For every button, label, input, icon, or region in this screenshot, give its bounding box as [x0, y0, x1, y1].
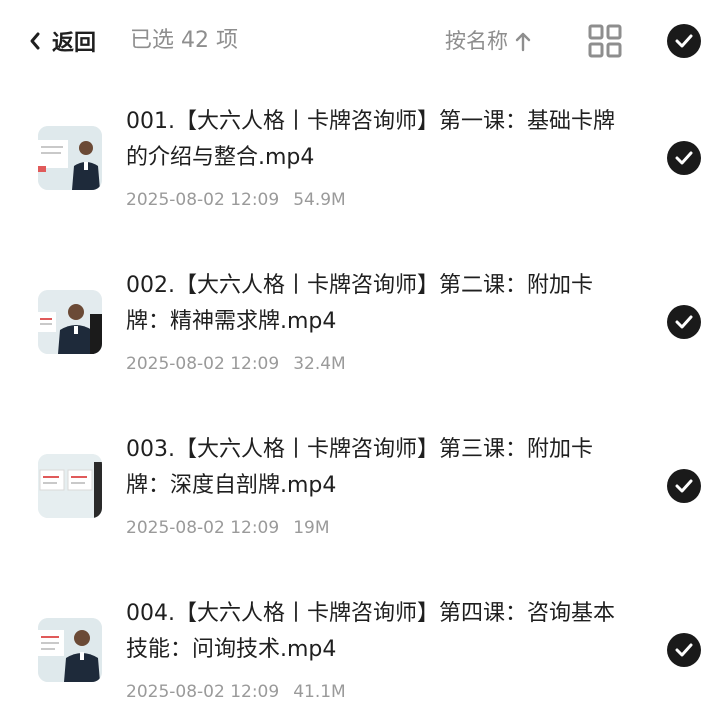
- row-checkbox[interactable]: [667, 141, 701, 175]
- file-date: 2025-08-02 12:09: [126, 190, 280, 210]
- grid-view-button[interactable]: [588, 24, 622, 62]
- file-date: 2025-08-02 12:09: [126, 518, 280, 538]
- sort-label: 按名称: [445, 29, 508, 53]
- check-circle-icon: [675, 479, 693, 493]
- file-name: 003.【大六人格丨卡牌咨询师】第三课：附加卡牌：深度自剖牌.mp4: [126, 437, 593, 498]
- chevron-left-icon: [30, 32, 40, 50]
- file-date: 2025-08-02 12:09: [126, 682, 280, 702]
- file-name: 004.【大六人格丨卡牌咨询师】第四课：咨询基本技能：问询技术.mp4: [126, 601, 615, 662]
- file-row[interactable]: 001.【大六人格丨卡牌咨询师】第一课：基础卡牌的介绍与整合.mp4 2025-…: [0, 100, 712, 220]
- file-name: 001.【大六人格丨卡牌咨询师】第一课：基础卡牌的介绍与整合.mp4: [126, 109, 615, 170]
- file-size: 54.9M: [293, 190, 346, 210]
- video-thumbnail: [38, 454, 102, 518]
- sort-by-name-button[interactable]: 按名称: [445, 26, 532, 56]
- file-row[interactable]: 004.【大六人格丨卡牌咨询师】第四课：咨询基本技能：问询技术.mp4 2025…: [0, 592, 712, 712]
- file-row[interactable]: 002.【大六人格丨卡牌咨询师】第二课：附加卡牌：精神需求牌.mp4 2025-…: [0, 264, 712, 384]
- file-size: 32.4M: [293, 354, 346, 374]
- row-checkbox[interactable]: [667, 469, 701, 503]
- check-circle-icon: [675, 151, 693, 165]
- grid-view-icon: [588, 24, 622, 58]
- check-circle-icon: [675, 643, 693, 657]
- video-thumbnail: [38, 126, 102, 190]
- back-label: 返回: [52, 31, 97, 56]
- row-checkbox[interactable]: [667, 305, 701, 339]
- top-bar: 返回 已选 42 项 按名称: [0, 0, 712, 82]
- file-meta: 2025-08-02 12:09 32.4M: [126, 352, 346, 376]
- check-circle-icon: [675, 34, 693, 48]
- file-name: 002.【大六人格丨卡牌咨询师】第二课：附加卡牌：精神需求牌.mp4: [126, 273, 593, 334]
- file-row[interactable]: 003.【大六人格丨卡牌咨询师】第三课：附加卡牌：深度自剖牌.mp4 2025-…: [0, 428, 712, 548]
- selected-count: 已选 42 项: [130, 28, 238, 53]
- video-thumbnail: [38, 618, 102, 682]
- file-meta: 2025-08-02 12:09 19M: [126, 516, 330, 540]
- file-date: 2025-08-02 12:09: [126, 354, 280, 374]
- file-meta: 2025-08-02 12:09 41.1M: [126, 680, 346, 704]
- check-circle-icon: [675, 315, 693, 329]
- arrow-up-icon: [515, 32, 531, 52]
- file-size: 19M: [293, 518, 330, 538]
- file-meta: 2025-08-02 12:09 54.9M: [126, 188, 346, 212]
- video-thumbnail: [38, 290, 102, 354]
- row-checkbox[interactable]: [667, 633, 701, 667]
- select-all-checkbox[interactable]: [667, 24, 701, 58]
- back-button[interactable]: 返回: [28, 24, 96, 58]
- file-size: 41.1M: [293, 682, 346, 702]
